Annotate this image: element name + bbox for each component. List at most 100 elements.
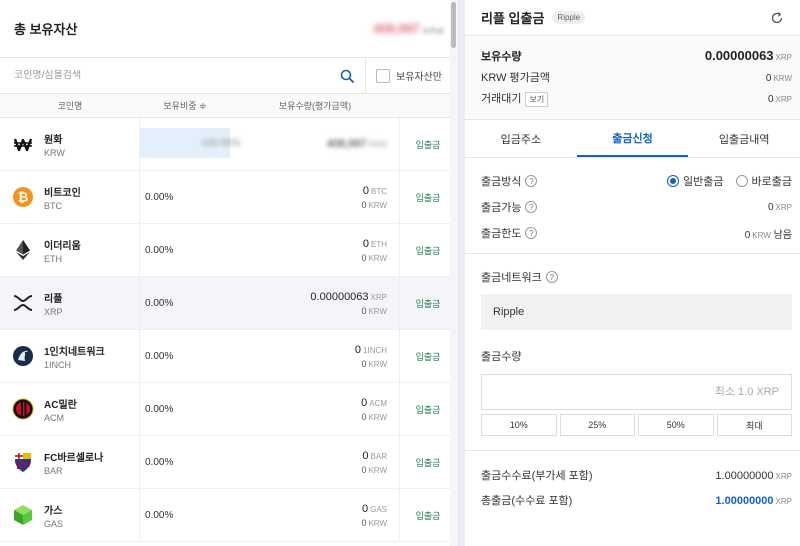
total-assets: 408,997 KRW bbox=[373, 21, 444, 36]
deposit-withdraw-link[interactable]: 입출금 bbox=[416, 509, 441, 522]
method-instant-radio[interactable]: 바로출금 bbox=[735, 173, 792, 189]
asset-amount-cell: 0 BTC 0 KRW bbox=[230, 171, 400, 223]
column-coin-name: 코인명 bbox=[57, 101, 83, 111]
asset-action-cell: 입출금 bbox=[400, 277, 456, 329]
asset-amount: 0 ACM bbox=[361, 396, 387, 409]
network-label: 출금네트워크? bbox=[481, 268, 792, 286]
asset-amount: 0 1INCH bbox=[354, 343, 387, 356]
total-assets-unit: KRW bbox=[423, 26, 444, 36]
asset-krw-value: 0 KRW bbox=[361, 358, 387, 369]
pending-label: 거래대기 보기 bbox=[481, 90, 549, 107]
refresh-icon[interactable] bbox=[770, 11, 784, 25]
ethereum-icon bbox=[12, 239, 34, 261]
scrollbar-track[interactable] bbox=[450, 0, 458, 546]
asset-krw-value: 0 KRW bbox=[361, 252, 387, 263]
search-row: 보유자산만 bbox=[0, 57, 458, 94]
asset-ratio: 0.00% bbox=[145, 297, 174, 309]
asset-amount-cell: 0 ACM 0 KRW bbox=[230, 383, 400, 435]
help-icon[interactable]: ? bbox=[525, 201, 538, 213]
holding-summary: 보유수량 0.00000063 XRP KRW 평가금액 0 KRW 거래대기 보기 … bbox=[465, 36, 800, 120]
tab-withdraw-request[interactable]: 출금신청 bbox=[576, 120, 689, 157]
asset-amount-cell: 408,997 KRW bbox=[230, 118, 400, 170]
owned-only-checkbox[interactable] bbox=[376, 68, 390, 83]
deposit-withdraw-link[interactable]: 입출금 bbox=[416, 350, 441, 363]
asset-kor-name: 이더리움 bbox=[44, 240, 81, 252]
asset-row-bar[interactable]: FC바르셀로나 BAR 0.00% 0 BAR 0 KRW 입출금 bbox=[0, 436, 458, 489]
krw-eval-value: 0 KRW bbox=[765, 73, 792, 84]
asset-krw-value: 0 KRW bbox=[361, 411, 387, 422]
asset-list: 원화 KRW 100.00% 408,997 KRW 입출금 ₿ 비트코인 BTC… bbox=[0, 118, 458, 542]
asset-name-cell: 가스 GAS bbox=[0, 489, 140, 541]
column-amount: 보유수량(평가금액) bbox=[278, 101, 352, 111]
asset-ratio: 0.00% bbox=[145, 456, 174, 468]
column-ratio[interactable]: 보유비중 ≑ bbox=[140, 99, 230, 112]
asset-name-cell: 원화 KRW bbox=[0, 118, 140, 170]
asset-amount: 0 BAR bbox=[362, 449, 387, 462]
asset-ratio: 0.00% bbox=[145, 403, 174, 415]
owned-only-filter[interactable]: 보유자산만 bbox=[366, 68, 442, 83]
search-box bbox=[0, 57, 366, 94]
asset-ratio: 0.00% bbox=[145, 244, 174, 256]
asset-kor-name: 가스 bbox=[44, 505, 63, 517]
help-icon[interactable]: ? bbox=[525, 175, 538, 187]
network-badge: Ripple bbox=[552, 11, 586, 24]
tab-deposit-address[interactable]: 입금주소 bbox=[465, 120, 577, 157]
owned-only-label: 보유자산만 bbox=[396, 72, 442, 83]
won-icon bbox=[12, 133, 34, 155]
asset-name-cell: 리플 XRP bbox=[0, 277, 140, 329]
search-input[interactable] bbox=[14, 70, 339, 81]
deposit-withdraw-link[interactable]: 입출금 bbox=[416, 297, 441, 310]
holding-label: 보유수량 bbox=[481, 51, 522, 63]
qty-input[interactable] bbox=[482, 386, 779, 398]
ripple-icon bbox=[12, 292, 34, 314]
asset-row-krw[interactable]: 원화 KRW 100.00% 408,997 KRW 입출금 bbox=[0, 118, 458, 171]
help-icon[interactable]: ? bbox=[545, 271, 558, 283]
pct-max-button[interactable]: 최대 bbox=[716, 414, 792, 436]
pct-25-button[interactable]: 25% bbox=[559, 414, 635, 436]
method-normal-radio[interactable]: 일반출금 bbox=[667, 173, 724, 189]
scrollbar-thumb[interactable] bbox=[451, 2, 456, 48]
asset-row-xrp[interactable]: 리플 XRP 0.00% 0.00000063 XRP 0 KRW 입출금 bbox=[0, 277, 458, 330]
gas-icon bbox=[12, 504, 34, 526]
search-icon[interactable] bbox=[339, 68, 355, 84]
deposit-withdraw-link[interactable]: 입출금 bbox=[416, 244, 441, 257]
asset-row-gas[interactable]: 가스 GAS 0.00% 0 GAS 0 KRW 입출금 bbox=[0, 489, 458, 542]
krw-eval-label: KRW 평가금액 bbox=[481, 72, 551, 84]
withdraw-info: 출금방식? 일반출금 바로출금 출금가능? 0 XRP 출금한도? 0 KRW 남음 bbox=[465, 158, 800, 254]
limit-value: 0 KRW 남음 bbox=[744, 229, 792, 241]
asset-name-cell: ₿ 비트코인 BTC bbox=[0, 171, 140, 223]
column-header: 코인명 보유비중 ≑ 보유수량(평가금액) bbox=[0, 94, 458, 118]
asset-kor-name: AC밀란 bbox=[44, 399, 77, 411]
asset-ratio: 100.00% bbox=[140, 128, 240, 158]
pct-10-button[interactable]: 10% bbox=[481, 414, 557, 436]
asset-name-cell: 이더리움 ETH bbox=[0, 224, 140, 276]
asset-row-eth[interactable]: 이더리움 ETH 0.00% 0 ETH 0 KRW 입출금 bbox=[0, 224, 458, 277]
withdraw-form: 출금네트워크? Ripple 출금수량 10% 25% 50% 최대 bbox=[465, 254, 800, 436]
deposit-withdraw-link[interactable]: 입출금 bbox=[416, 456, 441, 469]
network-select[interactable]: Ripple bbox=[481, 294, 792, 330]
deposit-withdraw-link[interactable]: 입출금 bbox=[416, 191, 441, 204]
radio-unchecked-icon bbox=[735, 175, 748, 187]
transfer-panel: 리플 입출금 Ripple 보유수량 0.00000063 XRP KRW 평가금… bbox=[465, 0, 800, 546]
deposit-withdraw-link[interactable]: 입출금 bbox=[416, 138, 441, 151]
pct-50-button[interactable]: 50% bbox=[638, 414, 714, 436]
asset-name-cell: 1인치네트워크 1INCH bbox=[0, 330, 140, 382]
asset-symbol: 1INCH bbox=[44, 359, 72, 370]
help-icon[interactable]: ? bbox=[525, 227, 538, 239]
asset-symbol: BAR bbox=[44, 465, 63, 476]
radio-checked-icon bbox=[667, 175, 680, 187]
asset-kor-name: 원화 bbox=[44, 134, 63, 146]
asset-name-cell: AC밀란 ACM bbox=[0, 383, 140, 435]
asset-row-1inch[interactable]: 1인치네트워크 1INCH 0.00% 0 1INCH 0 KRW 입출금 bbox=[0, 330, 458, 383]
pending-view-button[interactable]: 보기 bbox=[525, 92, 549, 107]
asset-symbol: ACM bbox=[44, 412, 64, 423]
tab-history[interactable]: 입출금내역 bbox=[688, 120, 800, 157]
deposit-withdraw-link[interactable]: 입출금 bbox=[416, 403, 441, 416]
asset-name-cell: FC바르셀로나 BAR bbox=[0, 436, 140, 488]
asset-action-cell: 입출금 bbox=[400, 383, 456, 435]
asset-ratio: 0.00% bbox=[145, 350, 174, 362]
asset-amount: 0.00000063 XRP bbox=[310, 290, 387, 303]
asset-row-acm[interactable]: AC밀란 ACM 0.00% 0 ACM 0 KRW 입출금 bbox=[0, 383, 458, 436]
asset-action-cell: 입출금 bbox=[400, 171, 456, 223]
asset-row-btc[interactable]: ₿ 비트코인 BTC 0.00% 0 BTC 0 KRW 입출금 bbox=[0, 171, 458, 224]
